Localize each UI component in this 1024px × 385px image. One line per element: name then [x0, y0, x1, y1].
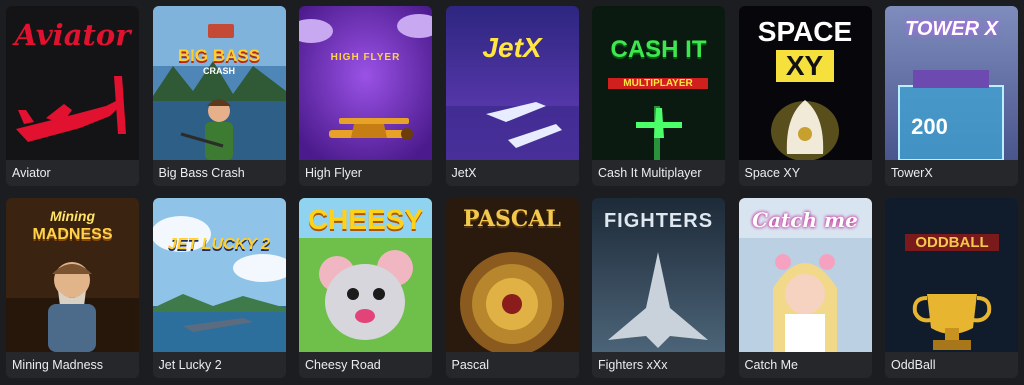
game-tile-catch-me[interactable]: Catch me Catch Me: [738, 198, 872, 378]
game-tile-towerx[interactable]: TOWER X 200 TowerX: [885, 6, 1018, 186]
game-logo-text: CHEESY: [307, 204, 424, 235]
game-thumbnail: ODDBALL: [885, 198, 1018, 352]
game-logo-text: ODDBALL: [905, 234, 999, 251]
game-tile-big-bass-crash[interactable]: BIG BASS CRASH Big Bass Crash: [152, 6, 286, 186]
game-thumbnail: JetX: [445, 6, 579, 160]
game-logo-subtext: MULTIPLAYER: [608, 78, 708, 89]
game-title: Big Bass Crash: [152, 160, 286, 186]
game-tile-jet-lucky-2[interactable]: JET LUCKY 2 Jet Lucky 2: [152, 198, 286, 378]
game-tile-jetx[interactable]: JetX JetX: [445, 6, 579, 186]
tower-counter: 200: [911, 114, 948, 139]
game-tile-oddball[interactable]: ODDBALL OddBall: [885, 198, 1018, 378]
game-thumbnail: HIGH FLYER: [299, 6, 432, 160]
game-logo-text: FIGHTERS: [603, 210, 714, 232]
game-thumbnail: BIG BASS CRASH: [152, 6, 286, 160]
game-title: OddBall: [885, 352, 1018, 378]
game-title: Catch Me: [738, 352, 872, 378]
game-logo-text: CASH IT: [610, 36, 707, 63]
game-title: Cheesy Road: [299, 352, 432, 378]
game-tile-high-flyer[interactable]: HIGH FLYER High Flyer: [299, 6, 432, 186]
game-thumbnail: CHEESY: [299, 198, 432, 352]
game-thumbnail: Catch me: [738, 198, 872, 352]
game-logo-text: HIGH FLYER: [330, 52, 401, 63]
character-icon: [772, 254, 837, 352]
game-title: JetX: [445, 160, 579, 186]
game-title: TowerX: [885, 160, 1018, 186]
game-tile-mining-madness[interactable]: Mining MADNESS Mining Madness: [6, 198, 139, 378]
game-logo-text: Catch me: [752, 208, 858, 232]
game-thumbnail: SPACE XY: [738, 6, 872, 160]
miner-icon: [48, 262, 96, 352]
game-title: Pascal: [445, 352, 579, 378]
game-grid: Aviator Aviator BIG BASS CRASH Big Bass …: [6, 6, 1018, 378]
game-logo-text: JET LUCKY 2: [168, 236, 270, 253]
game-title: Cash It Multiplayer: [592, 160, 725, 186]
game-thumbnail: FIGHTERS: [592, 198, 725, 352]
gear-icon: [459, 252, 564, 352]
game-thumbnail: Aviator: [6, 6, 139, 160]
game-logo-subtext: CRASH: [202, 66, 235, 76]
game-tile-pascal[interactable]: PASCAL Pascal: [445, 198, 579, 378]
game-logo-text: JetX: [482, 32, 542, 63]
game-title: Mining Madness: [6, 352, 139, 378]
game-logo-text: SPACE: [757, 16, 853, 47]
game-thumbnail: Mining MADNESS: [6, 198, 139, 352]
game-tile-cash-it-multiplayer[interactable]: CASH IT MULTIPLAYER Cash It Multiplayer: [592, 6, 725, 186]
game-tile-aviator[interactable]: Aviator Aviator: [6, 6, 139, 186]
game-title: Fighters xXx: [592, 352, 725, 378]
game-thumbnail: JET LUCKY 2: [152, 198, 286, 352]
game-logo-text: Aviator: [14, 18, 131, 52]
game-logo-subtext: MADNESS: [32, 226, 113, 243]
game-logo-text: BIG BASS: [177, 46, 261, 65]
game-logo-subtext: XY: [775, 50, 834, 82]
game-title: Aviator: [6, 160, 139, 186]
game-thumbnail: PASCAL: [445, 198, 579, 352]
game-title: High Flyer: [299, 160, 432, 186]
game-thumbnail: TOWER X 200: [885, 6, 1018, 160]
game-thumbnail: CASH IT MULTIPLAYER: [592, 6, 725, 160]
game-tile-cheesy-road[interactable]: CHEESY Cheesy Road: [299, 198, 432, 378]
game-tile-space-xy[interactable]: SPACE XY Space XY: [738, 6, 872, 186]
game-logo-text: Mining: [49, 208, 96, 224]
game-logo-text: PASCAL: [463, 206, 561, 232]
game-title: Jet Lucky 2: [152, 352, 286, 378]
game-title: Space XY: [738, 160, 872, 186]
game-logo-text: TOWER X: [905, 18, 998, 40]
game-tile-fighters-xxx[interactable]: FIGHTERS Fighters xXx: [592, 198, 725, 378]
